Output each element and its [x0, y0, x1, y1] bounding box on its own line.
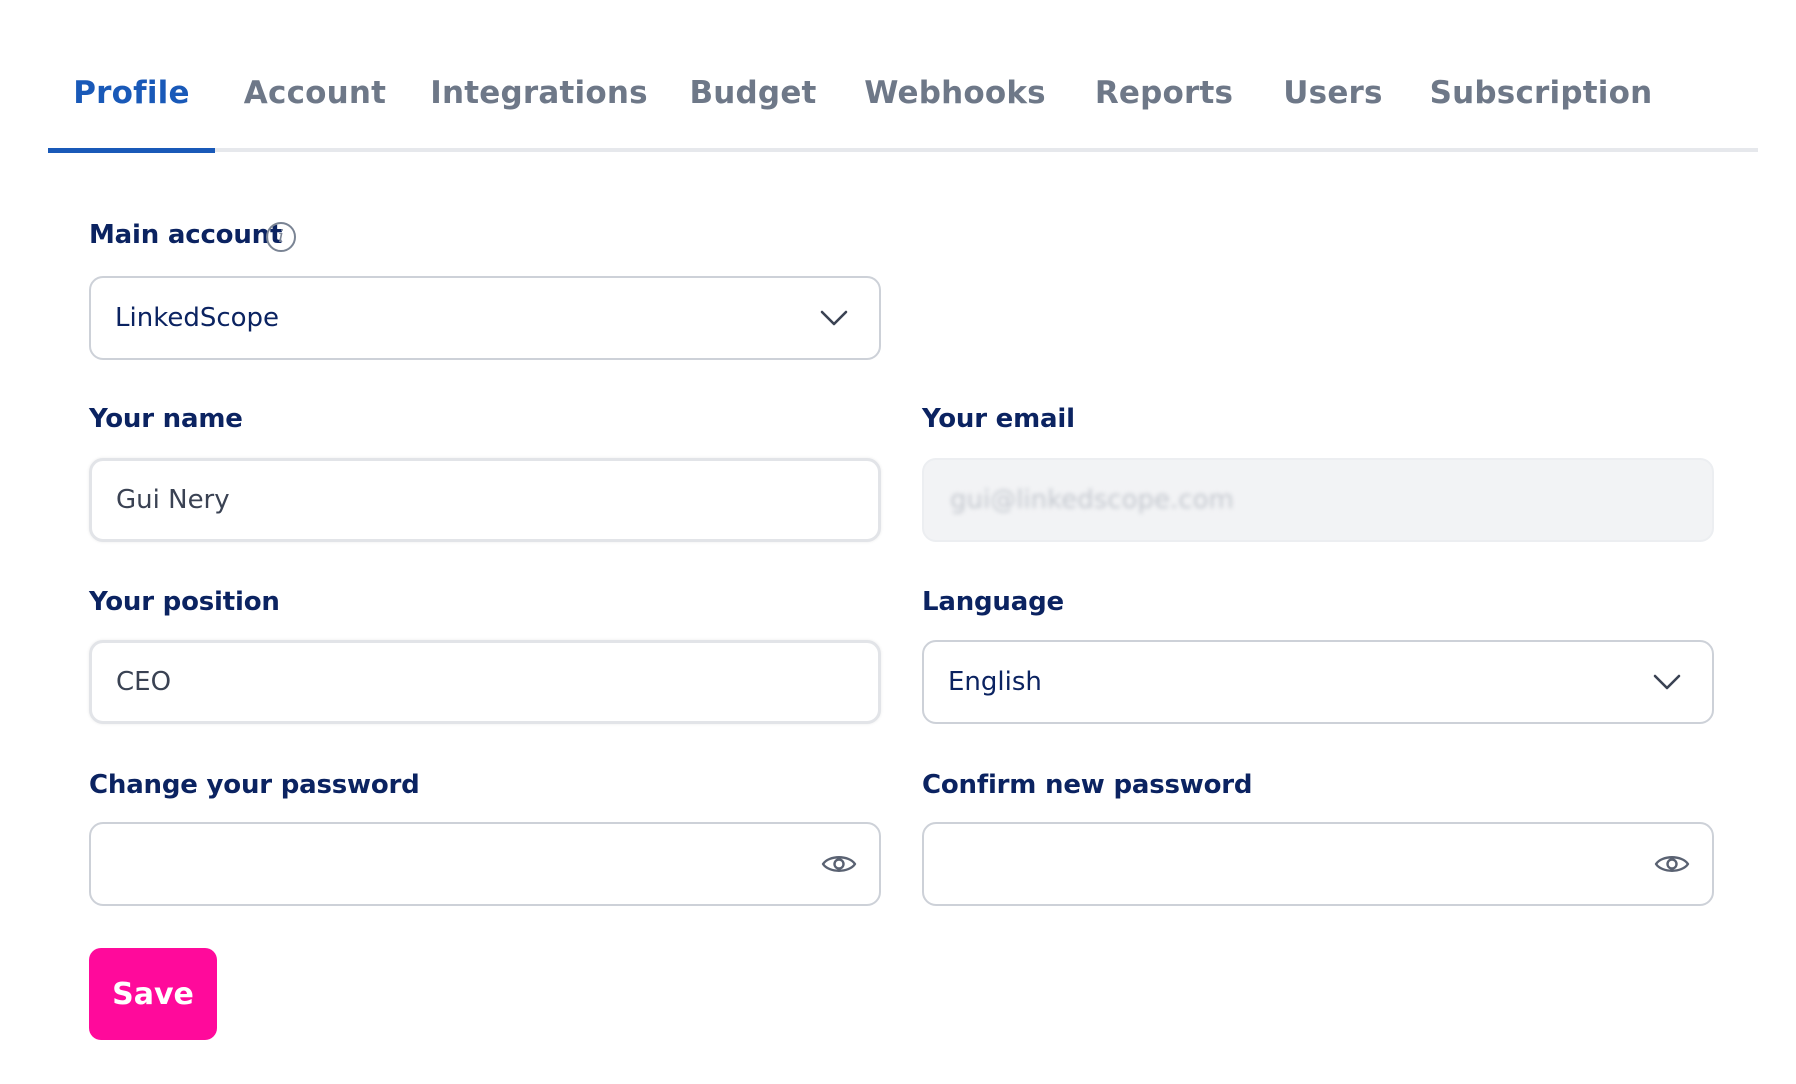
settings-tabs: Profile Account Integrations Budget Webh…	[48, 38, 1758, 153]
email-field[interactable]	[922, 458, 1714, 542]
main-account-select[interactable]: LinkedScope	[89, 276, 881, 360]
eye-icon[interactable]	[1654, 852, 1690, 876]
eye-icon[interactable]	[821, 852, 857, 876]
main-account-label: Main account	[89, 220, 283, 250]
tab-users[interactable]: Users	[1273, 38, 1393, 148]
name-label: Your name	[89, 404, 243, 434]
confirm-password-input[interactable]	[948, 823, 1688, 905]
language-label: Language	[922, 587, 1064, 617]
save-button[interactable]: Save	[89, 948, 217, 1040]
position-label: Your position	[89, 587, 280, 617]
tab-reports[interactable]: Reports	[1088, 38, 1240, 148]
password-field[interactable]	[89, 822, 881, 906]
tab-webhooks[interactable]: Webhooks	[864, 38, 1045, 148]
password-label: Change your password	[89, 770, 420, 800]
name-field[interactable]: Gui Nery	[89, 458, 881, 542]
main-account-value: LinkedScope	[115, 303, 280, 333]
position-value: CEO	[116, 667, 172, 697]
email-input[interactable]	[948, 459, 1688, 541]
tab-profile[interactable]: Profile	[48, 38, 215, 153]
name-value: Gui Nery	[116, 485, 230, 515]
chevron-down-icon	[820, 310, 848, 326]
tab-budget[interactable]: Budget	[688, 38, 818, 148]
position-field[interactable]: CEO	[89, 640, 881, 724]
confirm-password-field[interactable]	[922, 822, 1714, 906]
language-select[interactable]: English	[922, 640, 1714, 724]
confirm-password-label: Confirm new password	[922, 770, 1253, 800]
email-label: Your email	[922, 404, 1075, 434]
tab-account[interactable]: Account	[240, 38, 390, 148]
chevron-down-icon	[1653, 674, 1681, 690]
tab-subscription[interactable]: Subscription	[1418, 38, 1664, 148]
tab-integrations[interactable]: Integrations	[430, 38, 647, 148]
info-icon[interactable]: i	[266, 222, 296, 252]
password-input[interactable]	[115, 823, 855, 905]
language-value: English	[948, 667, 1042, 697]
